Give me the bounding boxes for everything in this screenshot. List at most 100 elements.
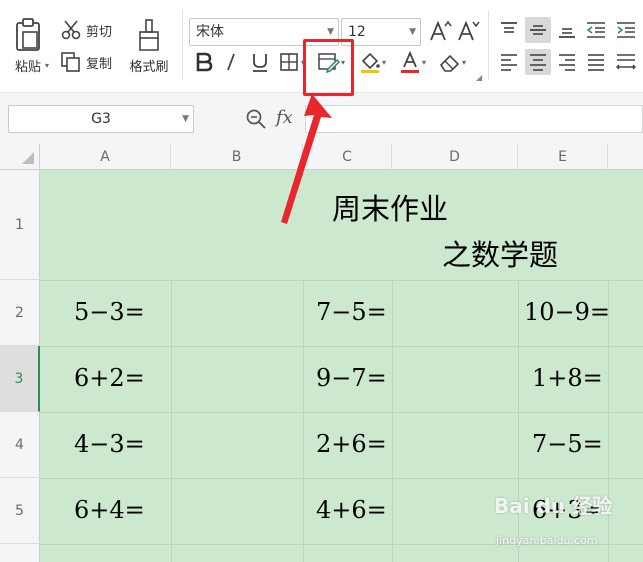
underline-button[interactable] <box>247 49 273 75</box>
paint-bucket-dropdown-icon: ▾ <box>381 57 386 67</box>
zoom-icon <box>246 109 266 129</box>
cut-button[interactable]: 剪切 <box>60 18 120 42</box>
grid-line <box>40 346 643 347</box>
paste-dropdown-icon[interactable]: ▾ <box>45 61 49 70</box>
row-header-5[interactable]: 5 <box>0 478 40 544</box>
cell-e4: 7−5= <box>532 430 603 458</box>
align-left-button[interactable] <box>497 49 521 75</box>
scissors-icon <box>61 20 81 40</box>
align-middle-button[interactable] <box>525 17 551 43</box>
eraser-icon <box>439 54 460 72</box>
clear-format-button[interactable]: ▾ <box>434 49 470 75</box>
bold-button[interactable] <box>191 49 217 75</box>
watermark-url: jingyan.baidu.com <box>496 534 598 547</box>
grid-line <box>40 280 643 281</box>
cell-a5: 6+4= <box>74 496 145 524</box>
grid-line <box>40 412 643 413</box>
copy-label: 复制 <box>86 56 113 72</box>
decrease-indent-icon <box>586 22 605 38</box>
underline-icon <box>253 54 267 72</box>
cell-a2: 5−3= <box>74 298 145 326</box>
grid-line <box>518 280 519 562</box>
row-header-3[interactable]: 3 <box>0 346 40 412</box>
align-top-button[interactable] <box>497 17 521 43</box>
align-bottom-icon <box>559 28 575 38</box>
format-painter-button[interactable]: 格式刷 <box>124 14 174 78</box>
grid-line <box>40 478 643 479</box>
cell-a3: 6+2= <box>74 364 145 392</box>
align-center-icon <box>530 54 546 71</box>
font-color-dropdown-icon: ▾ <box>421 57 426 67</box>
sheet-title-line-1: 周末作业 <box>332 192 449 226</box>
paintbrush-icon <box>139 18 159 51</box>
ribbon-separator <box>488 10 489 80</box>
column-header-a[interactable]: A <box>40 144 171 170</box>
font-color-icon <box>400 50 419 73</box>
watermark-logo: Bai du 经验 <box>494 490 612 519</box>
watermark-brand: Bai du 经验 <box>494 494 613 518</box>
cell-a4: 4−3= <box>74 430 145 458</box>
pointer-arrow <box>281 94 332 224</box>
italic-button[interactable] <box>219 49 243 75</box>
distributed-align-button[interactable] <box>613 49 639 75</box>
clear-format-dropdown-icon: ▾ <box>461 57 466 67</box>
decrease-indent-button[interactable] <box>583 17 609 43</box>
sheet-title-line-2: 之数学题 <box>442 238 559 272</box>
name-box[interactable]: G3 ▼ <box>8 105 194 133</box>
paste-label: 粘贴 <box>14 59 41 75</box>
name-box-value: G3 <box>91 111 111 127</box>
row-header-4[interactable]: 4 <box>0 412 40 478</box>
row-header-1[interactable]: 1 <box>0 170 40 280</box>
align-center-button[interactable] <box>525 49 551 75</box>
decrease-font-button[interactable] <box>456 18 480 44</box>
cell-c3: 9−7= <box>316 364 387 392</box>
zoom-button[interactable] <box>244 107 268 131</box>
format-painter-label: 格式刷 <box>129 59 169 75</box>
italic-icon <box>227 53 235 71</box>
font-family-value: 宋体 <box>196 24 224 40</box>
highlight-box <box>303 39 354 96</box>
copy-icon <box>61 52 80 72</box>
align-left-icon <box>501 54 517 71</box>
decrease-font-icon <box>458 20 480 41</box>
align-bottom-button[interactable] <box>555 17 579 43</box>
font-size-value: 12 <box>348 24 366 40</box>
cell-e2: 10−9= <box>524 298 611 326</box>
row-header-2[interactable]: 2 <box>0 280 40 346</box>
font-size-dropdown-icon: ▼ <box>409 27 416 37</box>
paint-bucket-button[interactable]: ▾ <box>354 49 390 75</box>
align-middle-icon <box>530 25 546 35</box>
cell-c5: 4+6= <box>316 496 387 524</box>
name-box-dropdown-icon: ▼ <box>182 114 189 124</box>
increase-font-icon <box>430 20 452 41</box>
paste-icon <box>16 17 40 51</box>
increase-font-button[interactable] <box>428 18 452 44</box>
increase-indent-icon <box>617 22 635 38</box>
font-dialog-launcher-icon[interactable]: ◢ <box>476 73 482 82</box>
cell-c2: 7−5= <box>316 298 387 326</box>
paint-bucket-icon <box>360 52 380 73</box>
column-header-d[interactable]: D <box>392 144 518 170</box>
font-color-button[interactable]: ▾ <box>394 49 430 75</box>
formula-input[interactable] <box>305 105 643 133</box>
justify-button[interactable] <box>583 49 609 75</box>
grid-line <box>303 280 304 562</box>
borders-icon <box>280 53 298 71</box>
grid-line <box>171 280 172 562</box>
justify-icon <box>588 54 604 71</box>
paste-button[interactable]: 粘贴 <box>8 14 48 78</box>
select-all-corner[interactable] <box>0 144 40 170</box>
cut-label: 剪切 <box>86 24 113 40</box>
ribbon-separator <box>182 10 183 80</box>
row-header-6[interactable] <box>0 544 40 562</box>
grid-line <box>392 280 393 562</box>
cell-c4: 2+6= <box>316 430 387 458</box>
distributed-align-icon <box>616 54 636 70</box>
column-header-e[interactable]: E <box>518 144 608 170</box>
corner-triangle-icon <box>22 152 34 164</box>
align-right-button[interactable] <box>555 49 579 75</box>
bold-icon <box>196 52 213 72</box>
column-header-f[interactable] <box>608 144 643 170</box>
copy-button[interactable]: 复制 <box>60 50 120 74</box>
increase-indent-button[interactable] <box>613 17 639 43</box>
